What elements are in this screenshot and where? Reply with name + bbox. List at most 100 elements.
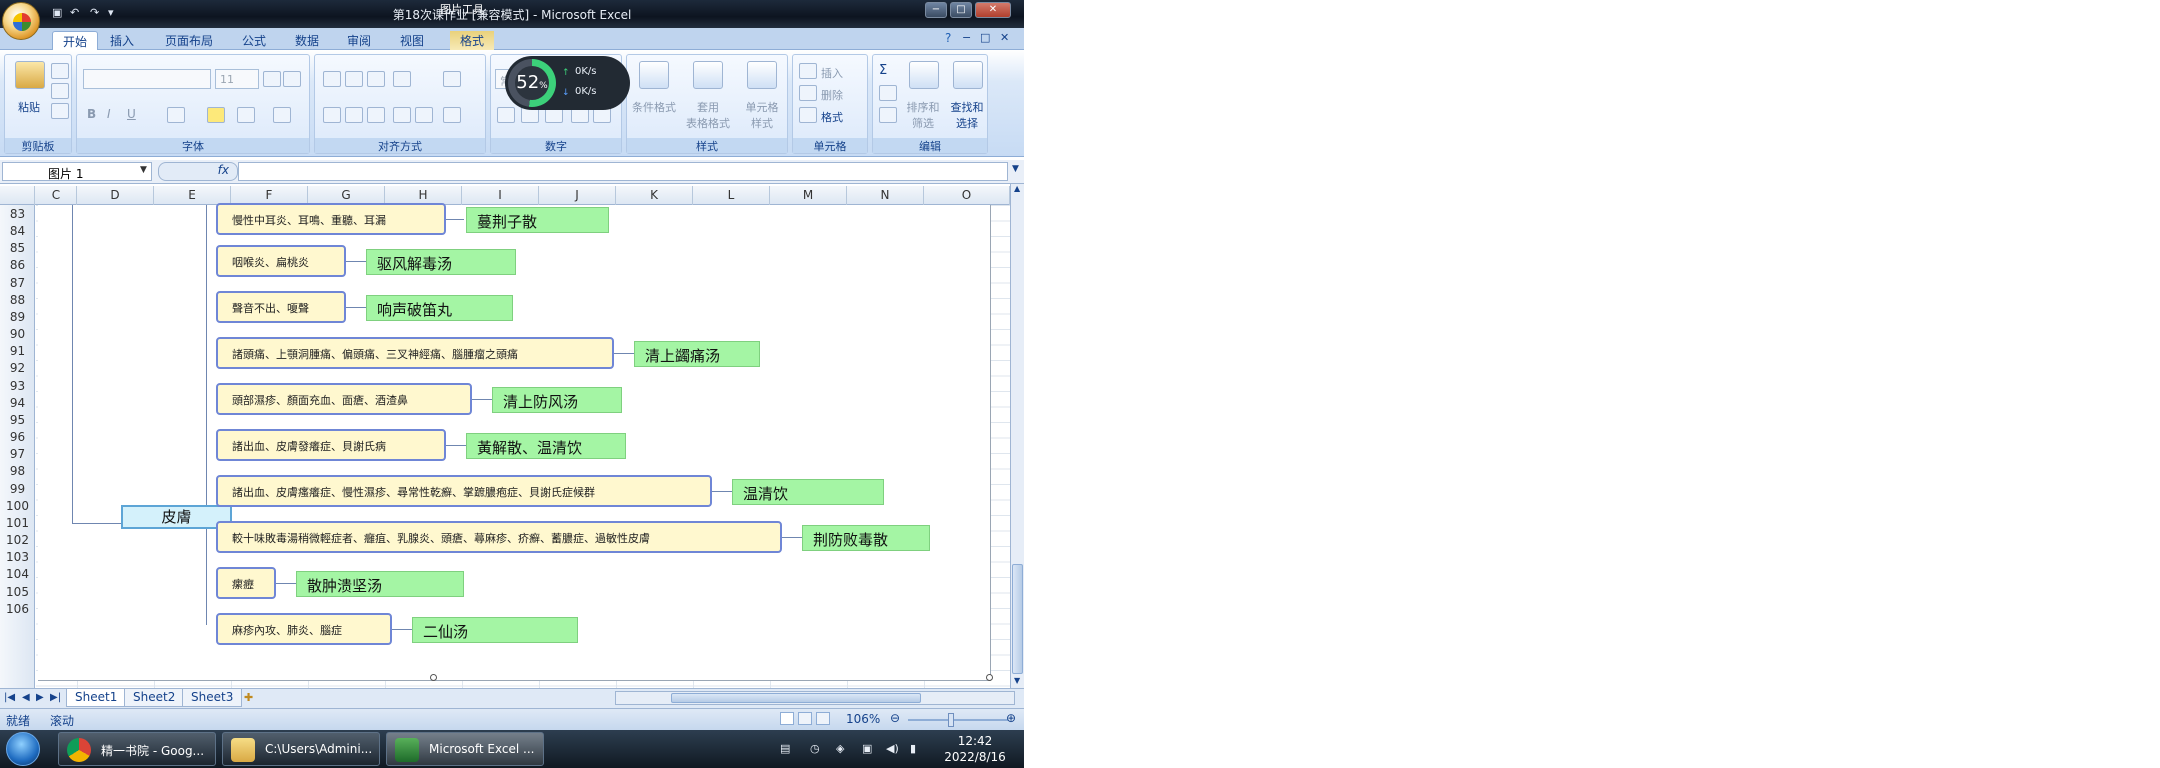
symptom-node[interactable]: 諸頭痛、上顎洞腫痛、偏頭痛、三叉神經痛、腦腫瘤之頭痛 [216, 337, 614, 369]
zoom-slider-thumb[interactable] [948, 713, 954, 727]
page-break-view-icon[interactable] [816, 712, 830, 725]
bold-button[interactable]: B [87, 107, 96, 121]
remedy-node[interactable]: 响声破笛丸 [366, 295, 513, 321]
insert-function-button[interactable]: fx [158, 162, 238, 181]
row-header[interactable]: 99 [0, 482, 35, 497]
merge-center-icon[interactable] [443, 107, 461, 123]
remedy-node[interactable]: 清上蠲痛汤 [634, 341, 760, 367]
worksheet-grid[interactable]: C D E F G H I J K L M N O 83 84 85 86 87… [0, 186, 1010, 688]
keyboard-tray-icon[interactable]: ▤ [780, 742, 794, 755]
cut-icon[interactable] [51, 63, 69, 79]
symptom-node[interactable]: 較十味敗毒湯稍微輕症者、癰疽、乳腺炎、頭瘡、蕁麻疹、疥癬、蓄膿症、過敏性皮膚 [216, 521, 782, 553]
font-name-combo[interactable] [83, 69, 211, 89]
format-cells-label[interactable]: 格式 [821, 109, 843, 125]
row-header[interactable]: 106 [0, 602, 35, 617]
help-icon[interactable]: ? [945, 31, 951, 45]
align-center-icon[interactable] [345, 107, 363, 123]
expand-formula-bar-icon[interactable]: ▼ [1012, 164, 1019, 174]
symptom-node[interactable]: 麻疹內攻、肺炎、腦症 [216, 613, 392, 645]
symptom-node[interactable]: 諸出血、皮膚發癢症、貝謝氏病 [216, 429, 446, 461]
increase-indent-icon[interactable] [415, 107, 433, 123]
minimize-button[interactable]: − [925, 2, 947, 18]
decrease-indent-icon[interactable] [393, 107, 411, 123]
delete-cells-label[interactable]: 删除 [821, 87, 843, 103]
scroll-up-icon[interactable]: ▲ [1014, 184, 1020, 193]
tab-formulas[interactable]: 公式 [232, 31, 276, 50]
taskbar-item-excel[interactable]: Microsoft Excel ... [386, 732, 544, 766]
tab-insert[interactable]: 插入 [100, 31, 144, 50]
network-tray-icon[interactable]: ▣ [862, 742, 876, 755]
prev-sheet-icon[interactable]: ◀ [22, 692, 30, 703]
row-header[interactable]: 101 [0, 516, 35, 531]
orientation-icon[interactable] [393, 71, 411, 87]
symptom-node[interactable]: 聲音不出、嗄聲 [216, 291, 346, 323]
col-header[interactable]: L [693, 186, 770, 205]
symptom-node[interactable]: 頭部濕疹、顏面充血、面瘡、酒渣鼻 [216, 383, 472, 415]
col-header[interactable]: M [770, 186, 847, 205]
workbook-close-icon[interactable]: ✕ [1000, 31, 1009, 44]
row-header[interactable]: 88 [0, 293, 35, 308]
insert-cells-label[interactable]: 插入 [821, 65, 843, 81]
row-header[interactable]: 90 [0, 327, 35, 342]
close-button[interactable]: ✕ [975, 2, 1011, 18]
table-format-icon[interactable] [693, 61, 723, 89]
symptom-node[interactable]: 咽喉炎、扁桃炎 [216, 245, 346, 277]
taskbar-item-chrome[interactable]: 精一书院 - Goog... [58, 732, 216, 766]
insert-sheet-icon[interactable]: ✚ [244, 691, 253, 704]
office-button[interactable] [2, 2, 40, 40]
zoom-in-icon[interactable]: ⊕ [1006, 711, 1016, 725]
row-header[interactable]: 100 [0, 499, 35, 514]
remedy-node[interactable]: 荆防败毒散 [802, 525, 930, 551]
remedy-node[interactable]: 驱风解毒汤 [366, 249, 516, 275]
col-header[interactable]: N [847, 186, 924, 205]
ribbon-minimize-icon[interactable]: − [962, 31, 971, 44]
find-select-icon[interactable] [953, 61, 983, 89]
align-right-icon[interactable] [367, 107, 385, 123]
shrink-font-icon[interactable] [283, 71, 301, 87]
format-painter-icon[interactable] [51, 103, 69, 119]
tab-format[interactable]: 格式 [450, 31, 495, 50]
row-header[interactable]: 83 [0, 207, 35, 222]
network-meter-widget[interactable]: 52% ↑ 0K/s ↓ 0K/s [505, 56, 630, 110]
conditional-format-label[interactable]: 条件格式 [627, 99, 681, 115]
sort-filter-label[interactable]: 排序和 筛选 [901, 99, 945, 131]
font-size-combo[interactable]: 11 [215, 69, 259, 89]
align-left-icon[interactable] [323, 107, 341, 123]
remedy-node[interactable]: 散肿溃坚汤 [296, 571, 464, 597]
symptom-node[interactable]: 諸出血、皮膚瘙癢症、慢性濕疹、尋常性乾癬、掌蹠膿疱症、貝謝氏症候群 [216, 475, 712, 507]
vertical-scrollbar[interactable]: ▲ ▼ [1010, 184, 1024, 688]
horizontal-scrollbar[interactable] [615, 691, 1015, 705]
remedy-node[interactable]: 二仙汤 [412, 617, 578, 643]
conditional-format-icon[interactable] [639, 61, 669, 89]
font-color-icon[interactable] [237, 107, 255, 123]
remedy-node[interactable]: 清上防风汤 [492, 387, 622, 413]
name-box-dropdown-icon[interactable]: ▼ [140, 165, 147, 175]
fill-color-icon[interactable] [207, 107, 225, 123]
row-header[interactable]: 105 [0, 585, 35, 600]
volume-tray-icon[interactable]: ◀) [886, 742, 900, 755]
align-bottom-icon[interactable] [367, 71, 385, 87]
remedy-node[interactable]: 蔓荆子散 [466, 207, 609, 233]
last-sheet-icon[interactable]: ▶| [50, 692, 61, 703]
tab-view[interactable]: 视图 [390, 31, 434, 50]
row-header[interactable]: 84 [0, 224, 35, 239]
col-header[interactable]: O [924, 186, 1010, 205]
wrap-text-icon[interactable] [443, 71, 461, 87]
sheet-tab[interactable]: Sheet1 [66, 689, 127, 707]
row-header[interactable]: 91 [0, 344, 35, 359]
cell-style-label[interactable]: 单元格 样式 [735, 99, 789, 131]
italic-button[interactable]: I [107, 107, 111, 121]
normal-view-icon[interactable] [780, 712, 794, 725]
tab-data[interactable]: 数据 [285, 31, 329, 50]
row-header[interactable]: 94 [0, 396, 35, 411]
row-header[interactable]: 102 [0, 533, 35, 548]
zoom-level[interactable]: 106% [846, 712, 880, 726]
row-header[interactable]: 85 [0, 241, 35, 256]
col-header[interactable]: K [616, 186, 693, 205]
signal-tray-icon[interactable]: ▮ [910, 742, 924, 755]
delete-cells-icon[interactable] [799, 85, 817, 101]
first-sheet-icon[interactable]: |◀ [4, 692, 15, 703]
row-header[interactable]: 87 [0, 276, 35, 291]
start-button[interactable] [6, 732, 40, 766]
autosum-icon[interactable]: Σ [879, 63, 887, 78]
